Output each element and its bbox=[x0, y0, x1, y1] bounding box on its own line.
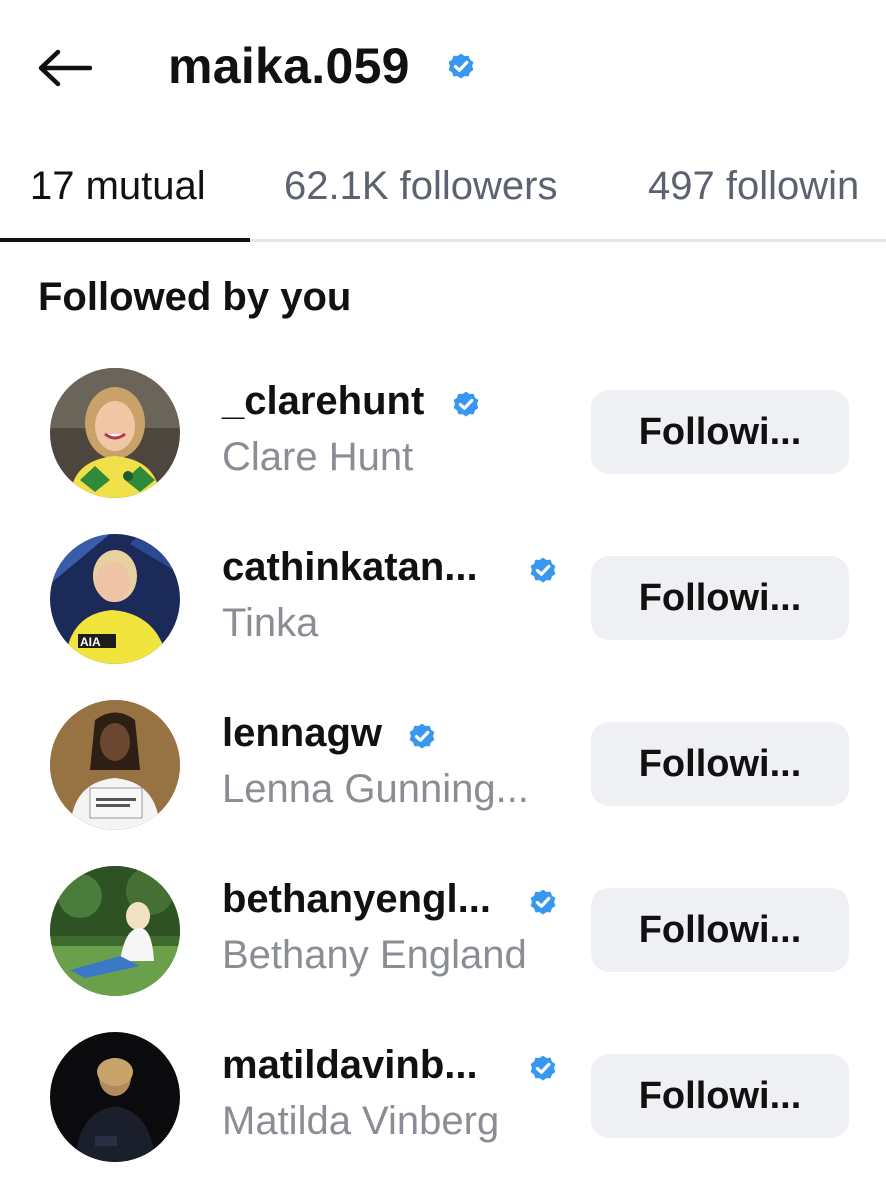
following-button[interactable]: Followi... bbox=[591, 888, 849, 972]
full-name: Matilda Vinberg bbox=[222, 1099, 500, 1143]
back-button[interactable] bbox=[36, 46, 96, 90]
svg-text:AIA: AIA bbox=[80, 635, 101, 649]
verified-badge-icon bbox=[530, 889, 556, 915]
full-name: Tinka bbox=[222, 601, 319, 645]
following-button[interactable]: Followi... bbox=[591, 556, 849, 640]
list-item[interactable]: _clarehunt Clare Hunt Followi... bbox=[0, 368, 886, 518]
avatar[interactable]: AIA bbox=[50, 534, 180, 664]
arrow-left-icon bbox=[38, 49, 92, 87]
avatar[interactable] bbox=[50, 866, 180, 996]
following-button[interactable]: Followi... bbox=[591, 722, 849, 806]
list-item[interactable]: AIA cathinkatan... Tinka Followi... bbox=[0, 534, 886, 684]
list-item[interactable]: bethanyengl... Bethany England Followi..… bbox=[0, 866, 886, 1016]
active-tab-indicator bbox=[0, 238, 250, 242]
tab-mutual[interactable]: 17 mutual bbox=[30, 160, 206, 212]
tab-bar: 17 mutual 62.1K followers 497 followin bbox=[0, 140, 886, 242]
verified-badge-icon bbox=[530, 557, 556, 583]
list-item[interactable]: lennagw Lenna Gunning... Followi... bbox=[0, 700, 886, 850]
verified-badge-icon bbox=[448, 53, 474, 79]
following-button[interactable]: Followi... bbox=[591, 390, 849, 474]
username[interactable]: bethanyengl... bbox=[222, 874, 491, 924]
username[interactable]: matildavinb... bbox=[222, 1040, 478, 1090]
full-name: Bethany England bbox=[222, 933, 527, 977]
list-item[interactable]: matildavinb... Matilda Vinberg Followi..… bbox=[0, 1032, 886, 1182]
username[interactable]: cathinkatan... bbox=[222, 542, 478, 592]
full-name: Lenna Gunning... bbox=[222, 767, 529, 811]
avatar[interactable] bbox=[50, 1032, 180, 1162]
verified-badge-icon bbox=[453, 391, 479, 417]
verified-badge-icon bbox=[530, 1055, 556, 1081]
avatar[interactable] bbox=[50, 368, 180, 498]
section-heading: Followed by you bbox=[38, 275, 352, 319]
username[interactable]: lennagw bbox=[222, 708, 382, 758]
verified-badge-icon bbox=[409, 723, 435, 749]
tab-following[interactable]: 497 followin bbox=[648, 160, 859, 212]
tab-followers[interactable]: 62.1K followers bbox=[284, 160, 557, 212]
avatar[interactable] bbox=[50, 700, 180, 830]
top-bar: maika.059 bbox=[0, 0, 886, 130]
profile-username-title: maika.059 bbox=[168, 38, 410, 94]
username[interactable]: _clarehunt bbox=[222, 376, 424, 426]
full-name: Clare Hunt bbox=[222, 435, 414, 479]
following-button[interactable]: Followi... bbox=[591, 1054, 849, 1138]
